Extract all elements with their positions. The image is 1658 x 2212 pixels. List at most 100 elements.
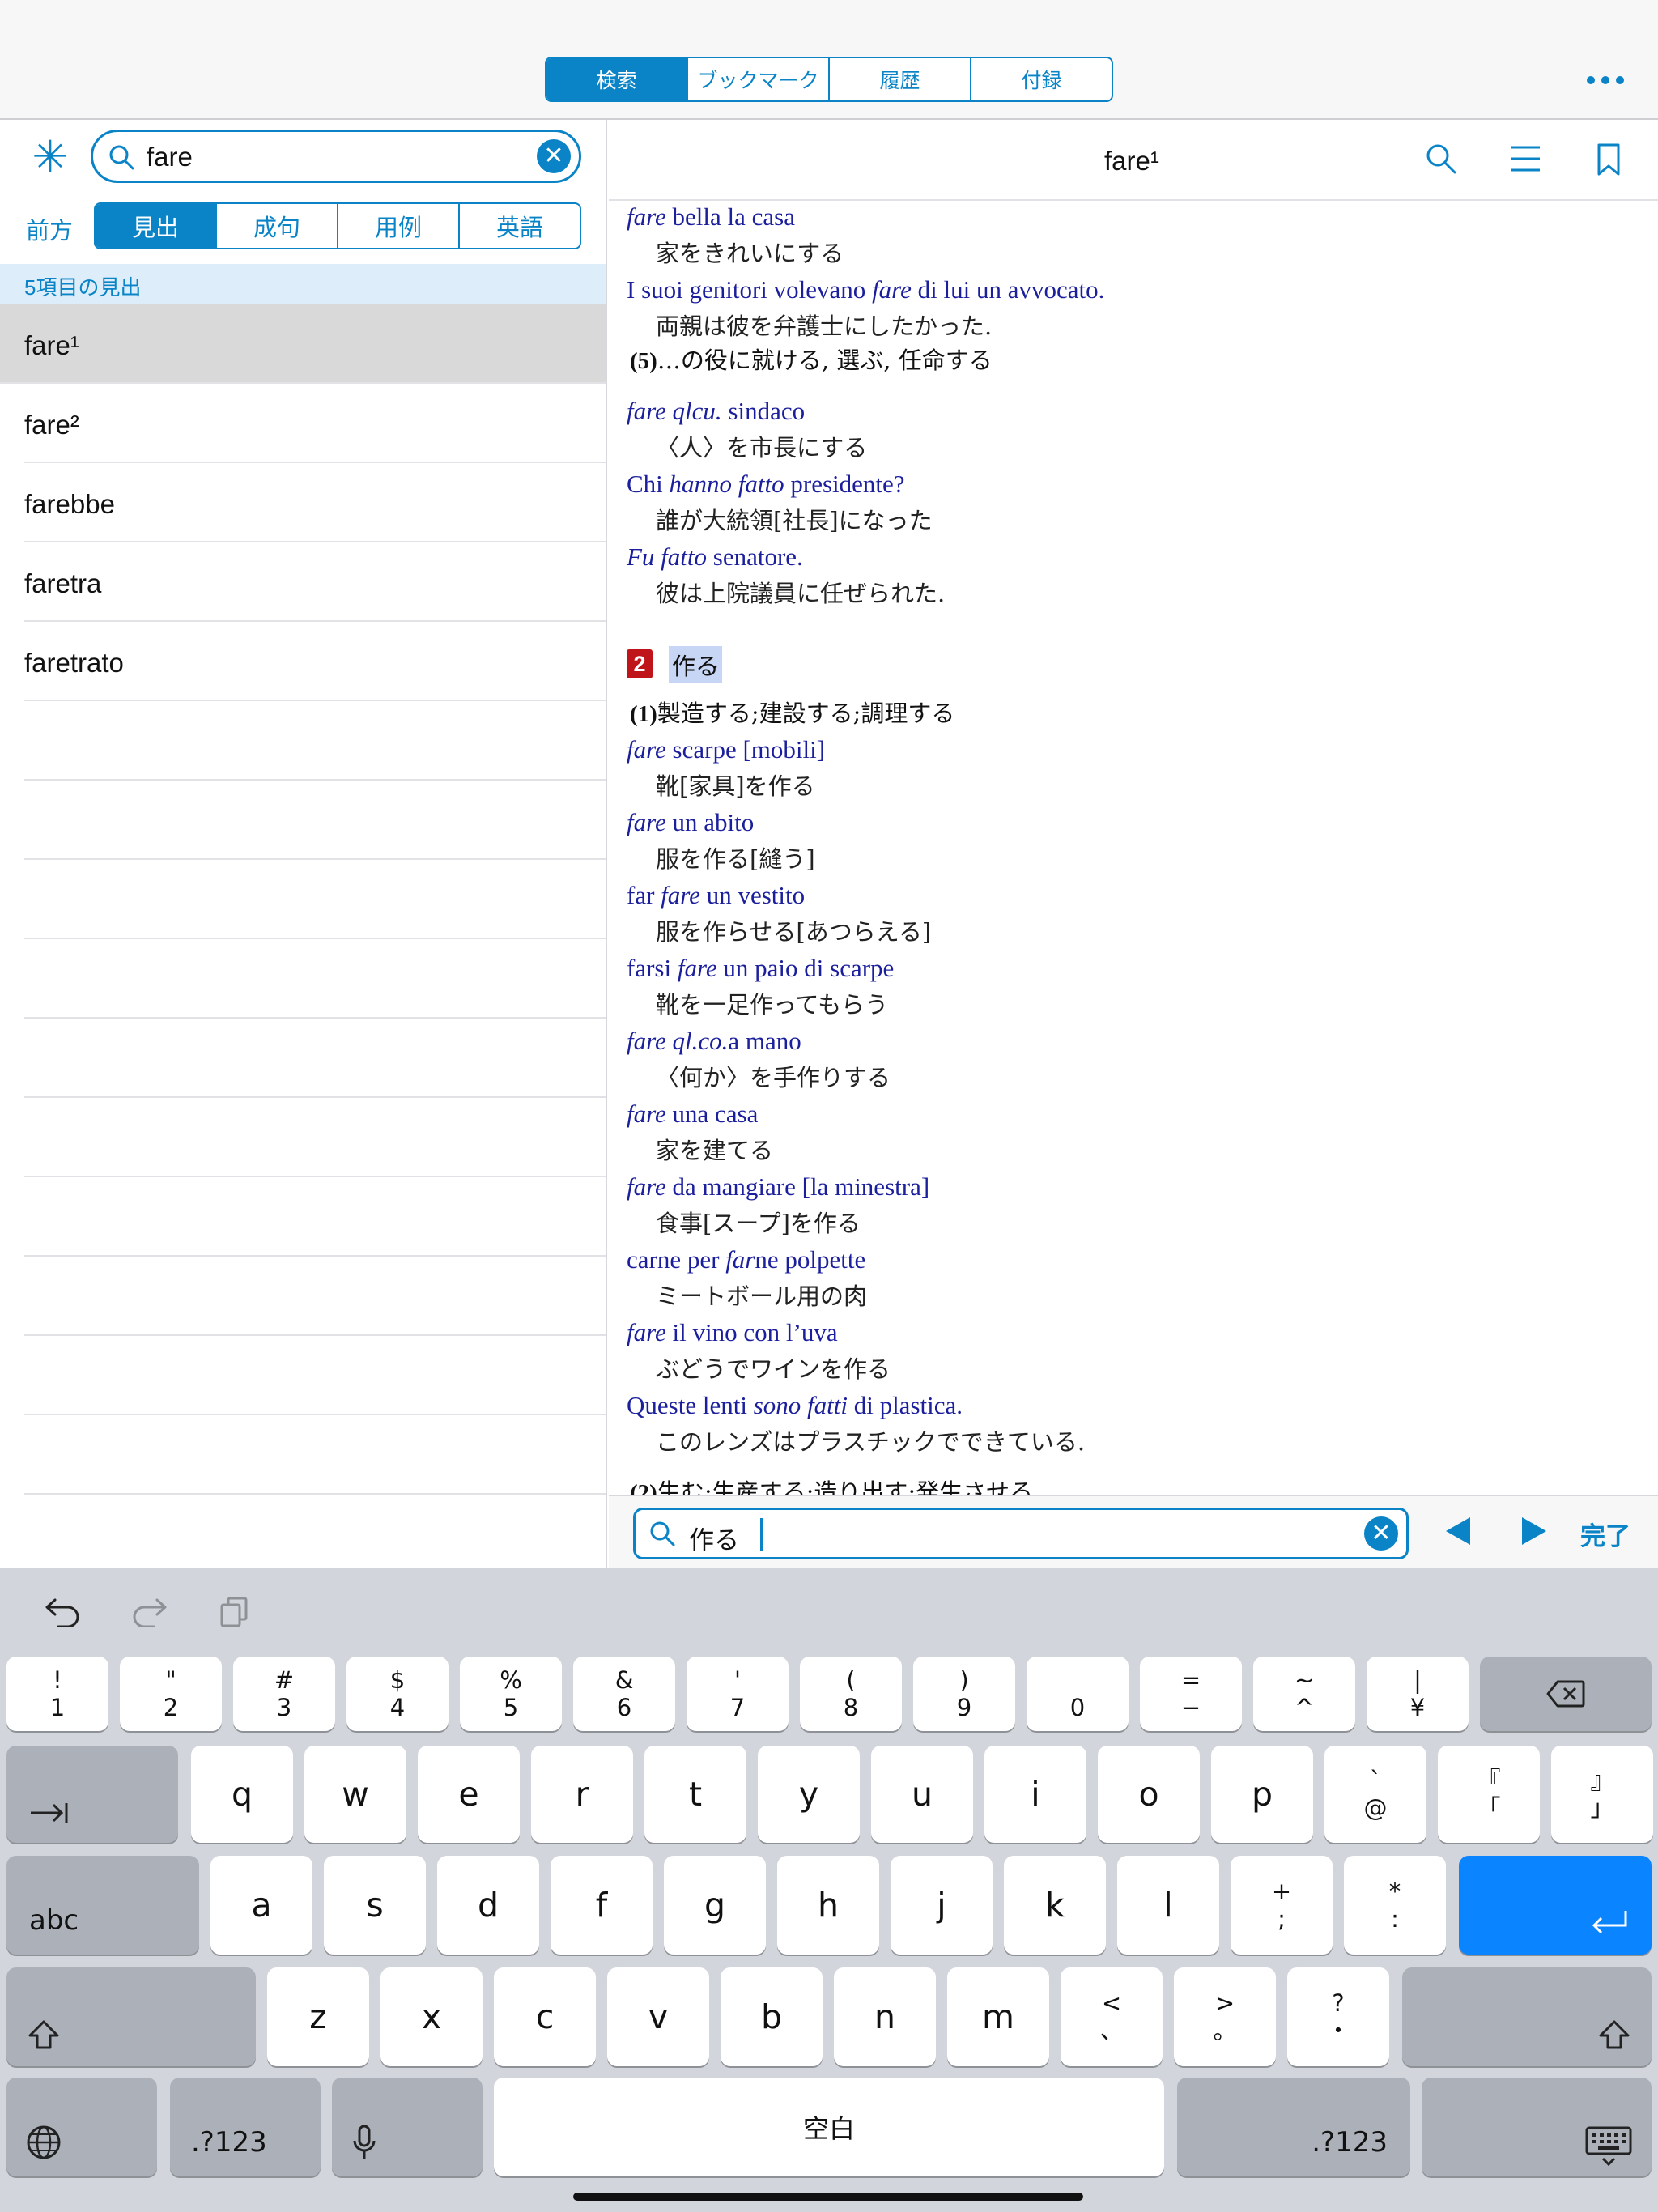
key-l[interactable]: l	[1117, 1856, 1219, 1955]
more-options-button[interactable]	[1583, 69, 1628, 91]
result-count-bar: 5項目の見出	[0, 264, 606, 304]
key-symbol[interactable]: ? ・	[1287, 1967, 1389, 2066]
search-mode-2[interactable]: 成句	[217, 204, 338, 248]
key-8[interactable]: (8	[800, 1657, 902, 1731]
key-g[interactable]: g	[664, 1856, 766, 1955]
key-^[interactable]: ~ ^	[1253, 1657, 1355, 1731]
search-input[interactable]: fare ✕	[91, 130, 581, 183]
key-s[interactable]: s	[324, 1856, 426, 1955]
empty-row	[24, 939, 606, 1019]
key-k[interactable]: k	[1004, 1856, 1106, 1955]
key-x[interactable]: x	[380, 1967, 483, 2066]
search-mode-1[interactable]: 見出	[96, 204, 217, 248]
key-t[interactable]: t	[644, 1746, 746, 1843]
key-j[interactable]: j	[891, 1856, 993, 1955]
key-z[interactable]: z	[267, 1967, 369, 2066]
key-o[interactable]: o	[1098, 1746, 1200, 1843]
bookmark-icon[interactable]	[1596, 143, 1621, 177]
search-mode-4[interactable]: 英語	[460, 204, 580, 248]
key-1[interactable]: ! 1	[6, 1657, 108, 1731]
dismiss-keyboard-key[interactable]	[1422, 2078, 1652, 2176]
key-symbol[interactable]: >。	[1174, 1967, 1276, 2066]
key-6[interactable]: & 6	[573, 1657, 675, 1731]
key-symbol[interactable]: <、	[1061, 1967, 1163, 2066]
numbers-key-right[interactable]: .?123	[1177, 2078, 1410, 2176]
next-match-icon[interactable]	[1522, 1517, 1546, 1545]
key-symbol[interactable]: +;	[1231, 1856, 1333, 1955]
tab-key[interactable]	[6, 1746, 178, 1843]
dot-icon	[1601, 76, 1609, 84]
result-row[interactable]: fare²	[24, 384, 606, 463]
tab-2[interactable]: ブックマーク	[688, 58, 830, 100]
key-h[interactable]: h	[777, 1856, 879, 1955]
japanese-translation: 服を作らせる[あつらえる]	[656, 918, 932, 946]
tab-1[interactable]: 検索	[546, 58, 688, 100]
result-row[interactable]: faretra	[24, 542, 606, 622]
key-p[interactable]: p	[1211, 1746, 1313, 1843]
dot-icon	[1587, 76, 1595, 84]
japanese-translation: 靴[家具]を作る	[656, 772, 815, 800]
key-d[interactable]: d	[437, 1856, 539, 1955]
tab-3[interactable]: 履歴	[830, 58, 971, 100]
key-symbol[interactable]: 『「	[1438, 1746, 1540, 1843]
key-b[interactable]: b	[721, 1967, 823, 2066]
key-y[interactable]: y	[758, 1746, 860, 1843]
globe-icon	[27, 2125, 61, 2159]
key-symbol[interactable]: *:	[1344, 1856, 1446, 1955]
key-4[interactable]: $4	[346, 1657, 449, 1731]
menu-icon[interactable]	[1509, 144, 1541, 173]
asterisk-wildcard-icon[interactable]: ✳	[31, 135, 70, 179]
find-input[interactable]: 作る ✕	[633, 1508, 1409, 1559]
key-f[interactable]: f	[551, 1856, 653, 1955]
shift-key[interactable]	[6, 1967, 256, 2066]
home-indicator	[573, 2193, 1083, 2201]
key-n[interactable]: n	[834, 1967, 936, 2066]
tab-4[interactable]: 付録	[971, 58, 1112, 100]
dictation-key[interactable]	[332, 2078, 483, 2176]
prefix-search-label[interactable]: 前方	[26, 212, 73, 246]
key-q[interactable]: q	[191, 1746, 293, 1843]
paste-icon[interactable]	[219, 1595, 251, 1627]
space-key[interactable]: 空白	[494, 2078, 1164, 2176]
clear-search-icon[interactable]: ✕	[537, 139, 571, 173]
japanese-translation: 〈人〉を市長にする	[656, 434, 868, 462]
return-key[interactable]	[1459, 1856, 1652, 1955]
previous-match-icon[interactable]	[1446, 1517, 1470, 1545]
key-w[interactable]: w	[304, 1746, 406, 1843]
key-7[interactable]: ' 7	[687, 1657, 789, 1731]
key-−[interactable]: = −	[1140, 1657, 1242, 1731]
key-m[interactable]: m	[947, 1967, 1049, 2066]
key-v[interactable]: v	[607, 1967, 709, 2066]
empty-row	[24, 1257, 606, 1336]
key-a[interactable]: a	[210, 1856, 312, 1955]
result-row[interactable]: faretrato	[24, 622, 606, 701]
key-5[interactable]: % 5	[460, 1657, 562, 1731]
key-0[interactable]: 0	[1027, 1657, 1129, 1731]
key-9[interactable]: ) 9	[913, 1657, 1015, 1731]
key-2[interactable]: " 2	[120, 1657, 222, 1731]
redo-icon[interactable]	[130, 1595, 168, 1627]
key-¥[interactable]: | ¥	[1367, 1657, 1469, 1731]
globe-key[interactable]	[6, 2078, 157, 2176]
delete-key[interactable]	[1480, 1657, 1652, 1731]
result-row[interactable]: farebbe	[24, 463, 606, 542]
search-icon	[650, 1521, 675, 1546]
japanese-translation: 両親は彼を弁護士にしたかった.	[656, 313, 993, 340]
key-symbol[interactable]: 』」	[1551, 1746, 1653, 1843]
key-symbol[interactable]: ` @	[1324, 1746, 1426, 1843]
shift-key[interactable]	[1402, 1967, 1652, 2066]
abc-key[interactable]: abc	[6, 1856, 199, 1955]
key-u[interactable]: u	[871, 1746, 973, 1843]
undo-icon[interactable]	[44, 1595, 83, 1627]
clear-find-icon[interactable]: ✕	[1364, 1516, 1398, 1551]
key-r[interactable]: r	[531, 1746, 633, 1843]
search-mode-3[interactable]: 用例	[338, 204, 460, 248]
done-button[interactable]: 完了	[1580, 1516, 1630, 1552]
key-c[interactable]: c	[494, 1967, 596, 2066]
search-in-entry-icon[interactable]	[1425, 143, 1457, 175]
result-row[interactable]: fare¹	[0, 304, 606, 384]
numbers-key[interactable]: .?123	[170, 2078, 321, 2176]
key-3[interactable]: #3	[233, 1657, 335, 1731]
key-e[interactable]: e	[418, 1746, 520, 1843]
key-i[interactable]: i	[984, 1746, 1086, 1843]
